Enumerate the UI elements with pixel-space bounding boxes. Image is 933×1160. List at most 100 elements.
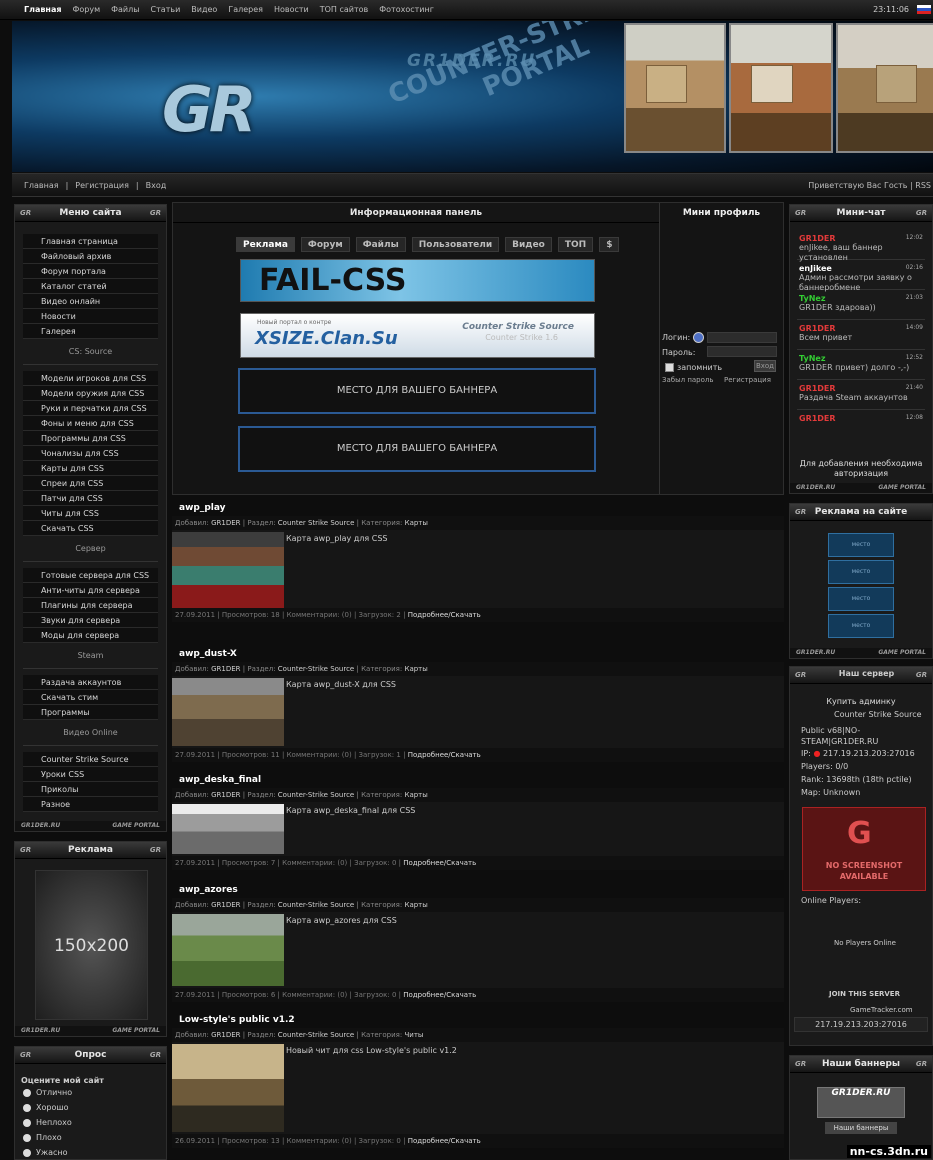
menu-item-gallery[interactable]: Галерея [23,324,158,339]
news-more-link[interactable]: Подробнее/Скачать [408,1137,481,1145]
tab-forum[interactable]: Форум [300,237,350,252]
menu-item-forum[interactable]: Форум портала [23,264,158,279]
login-submit-button[interactable]: Вход [754,360,776,372]
menu-item-weapon-models[interactable]: Модели оружия для CSS [23,386,158,401]
news-thumbnail[interactable] [172,914,284,986]
subbar-login-link[interactable]: Вход [146,181,167,190]
ad-slot[interactable]: место [828,560,894,584]
menu-item-ready-servers[interactable]: Готовые сервера для CSS [23,568,158,583]
menu-item-articles[interactable]: Каталог статей [23,279,158,294]
login-input[interactable] [707,332,777,343]
radio-icon[interactable] [23,1103,31,1112]
tab-users[interactable]: Пользователи [411,237,500,252]
chat-author[interactable]: TyNez [799,354,826,363]
password-input[interactable] [707,346,777,357]
menu-item-anticheats[interactable]: Анти-читы для сервера [23,583,158,598]
menu-item-news[interactable]: Новости [23,309,158,324]
menu-item-accounts[interactable]: Раздача аккаунтов [23,675,158,690]
subbar-home-link[interactable]: Главная [24,181,59,190]
top-nav-top-sites[interactable]: ТОП сайтов [320,5,369,14]
menu-item-misc[interactable]: Разное [23,797,158,812]
news-thumbnail[interactable] [172,1044,284,1132]
news-more-link[interactable]: Подробнее/Скачать [408,751,481,759]
news-author[interactable]: GR1DER [211,519,240,527]
news-title[interactable]: awp_dust-X [172,646,784,662]
news-section[interactable]: Counter-Strike Source [278,791,354,799]
site-banner[interactable]: GR1DER.RU [817,1087,905,1118]
news-title[interactable]: awp_deska_final [172,772,784,788]
news-author[interactable]: GR1DER [211,1031,240,1039]
radio-icon[interactable] [23,1133,31,1142]
menu-item-backgrounds[interactable]: Фоны и меню для CSS [23,416,158,431]
tab-video[interactable]: Видео [505,237,552,252]
chat-author[interactable]: TyNez [799,294,826,303]
ad-slot[interactable]: место [828,614,894,638]
top-nav-photohosting[interactable]: Фотохостинг [379,5,434,14]
top-nav-news[interactable]: Новости [274,5,309,14]
ad-slot[interactable]: место [828,587,894,611]
poll-option[interactable]: Плохо [15,1130,166,1145]
forgot-password-link[interactable]: Забыл пароль [662,376,714,384]
ad-slot[interactable]: место [828,533,894,557]
radio-icon[interactable] [23,1148,31,1157]
top-nav-gallery[interactable]: Галерея [228,5,263,14]
menu-item-plugins[interactable]: Плагины для сервера [23,598,158,613]
menu-item-files[interactable]: Файловый архив [23,249,158,264]
news-title[interactable]: awp_azores [172,882,784,898]
top-nav-articles[interactable]: Статьи [151,5,181,14]
news-section[interactable]: Counter Strike Source [278,519,355,527]
menu-item-home[interactable]: Главная страница [23,234,158,249]
menu-item-patches[interactable]: Патчи для CSS [23,491,158,506]
tab-files[interactable]: Файлы [355,237,406,252]
menu-item-server-mods[interactable]: Моды для сервера [23,628,158,643]
menu-item-steam-programs[interactable]: Программы [23,705,158,720]
banner-fail-css[interactable]: FAIL-CSS [240,259,595,302]
radio-icon[interactable] [23,1088,31,1097]
menu-item-sprays[interactable]: Спреи для CSS [23,476,158,491]
menu-item-download-steam[interactable]: Скачать стим [23,690,158,705]
menu-item-player-models[interactable]: Модели игроков для CSS [23,371,158,386]
news-category[interactable]: Читы [404,1031,423,1039]
join-server-button[interactable]: JOIN THIS SERVER [790,950,932,1001]
news-thumbnail[interactable] [172,532,284,608]
banner-caption[interactable]: Наши баннеры [825,1122,897,1134]
buy-admin-link[interactable]: Купить админку [790,684,932,708]
banner-slot-1[interactable]: МЕСТО ДЛЯ ВАШЕГО БАННЕРА [238,368,596,414]
poll-option[interactable]: Неплохо [15,1115,166,1130]
server-address-bar[interactable]: 217.19.213.203:27016 [794,1017,928,1032]
banner-xsize[interactable]: Новый портал о контре XSIZE.Clan.Su Coun… [240,313,595,358]
top-nav-video[interactable]: Видео [191,5,217,14]
tab-top[interactable]: ТОП [557,237,594,252]
menu-item-maps[interactable]: Карты для CSS [23,461,158,476]
news-author[interactable]: GR1DER [211,791,240,799]
news-more-link[interactable]: Подробнее/Скачать [403,991,476,999]
news-section[interactable]: Counter-Strike Source [278,901,354,909]
tab-ads[interactable]: Реклама [236,237,295,252]
radio-icon[interactable] [23,1118,31,1127]
news-thumbnail[interactable] [172,804,284,854]
tab-money[interactable]: $ [599,237,620,252]
news-author[interactable]: GR1DER [211,665,240,673]
news-more-link[interactable]: Подробнее/Скачать [403,859,476,867]
news-category[interactable]: Карты [404,901,427,909]
news-section[interactable]: Counter-Strike Source [278,665,354,673]
news-title[interactable]: awp_play [172,500,784,516]
menu-item-server-sounds[interactable]: Звуки для сервера [23,613,158,628]
news-author[interactable]: GR1DER [211,901,240,909]
menu-item-video[interactable]: Видео онлайн [23,294,158,309]
menu-item-fun[interactable]: Приколы [23,782,158,797]
server-ip[interactable]: 217.19.213.203:27016 [823,749,915,758]
top-nav-forum[interactable]: Форум [72,5,100,14]
menu-item-css-video[interactable]: Counter Strike Source [23,752,158,767]
chat-author[interactable]: GR1DER [799,324,836,333]
news-category[interactable]: Карты [404,665,427,673]
remember-checkbox[interactable] [665,363,674,372]
top-nav-home[interactable]: Главная [24,5,61,14]
gametracker-link[interactable]: GameTracker.com [790,1001,932,1017]
menu-item-programs[interactable]: Программы для CSS [23,431,158,446]
news-category[interactable]: Карты [404,791,427,799]
news-section[interactable]: Counter-Strike Source [278,1031,354,1039]
subbar-register-link[interactable]: Регистрация [75,181,129,190]
menu-item-cheats[interactable]: Читы для CSS [23,506,158,521]
menu-item-lessons[interactable]: Уроки CSS [23,767,158,782]
